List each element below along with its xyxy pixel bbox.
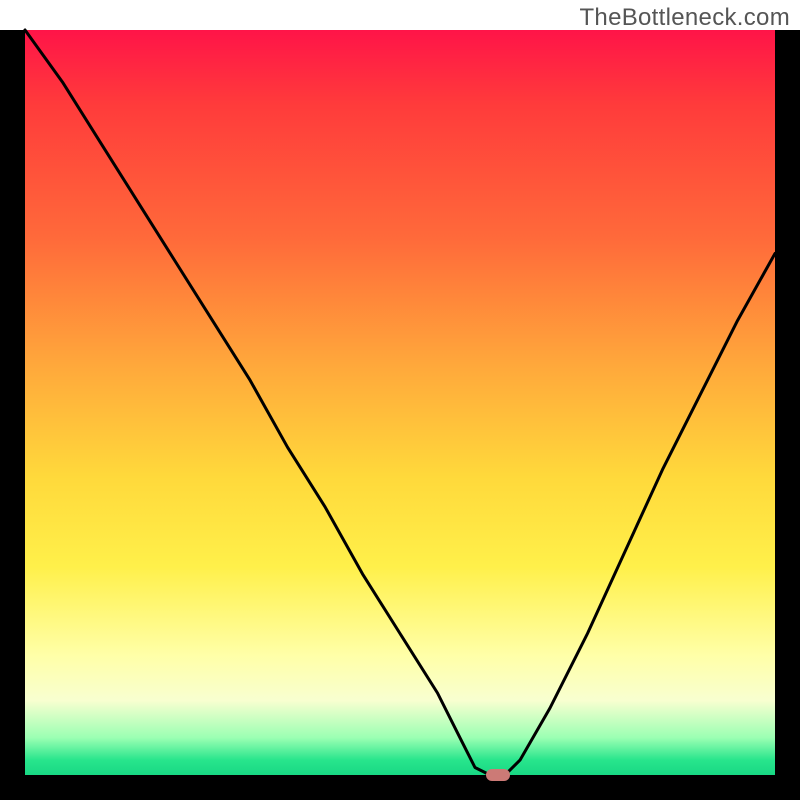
chart-frame — [0, 30, 800, 800]
optimal-marker — [486, 769, 510, 781]
watermark-text: TheBottleneck.com — [579, 4, 790, 32]
chart-plot-area — [25, 30, 775, 775]
bottleneck-curve — [25, 30, 775, 775]
curve-path — [25, 30, 775, 775]
